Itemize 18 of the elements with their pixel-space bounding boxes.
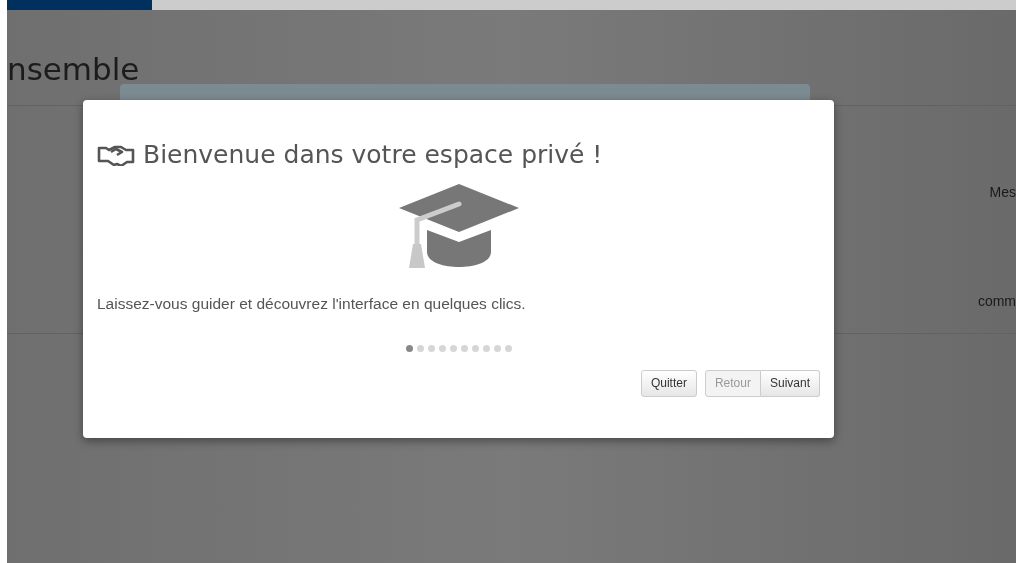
tour-button[interactable]: Quitter [640,370,697,398]
step-dot[interactable] [438,345,446,353]
step-dot[interactable] [471,345,479,353]
step-dot[interactable] [493,345,501,353]
step-dot[interactable] [416,345,424,353]
dialog-text: Laissez-vous guider et découvrez l'interface en quelques clics. [97,294,527,314]
step-dot[interactable] [504,345,512,353]
page-text: Mes [989,183,1016,202]
dialog-title: Bienvenue dans votre espace privé ! [143,140,603,170]
step-dot[interactable] [482,345,490,353]
page-text: comm [977,292,1016,311]
page-heading: nsemble [7,50,140,85]
step-dot[interactable] [449,345,457,353]
step-dot[interactable] [427,345,435,353]
tour-button[interactable]: Suivant [760,370,820,398]
step-dot[interactable] [460,345,468,353]
step-dot[interactable] [405,345,413,353]
handshake-icon [97,144,137,166]
